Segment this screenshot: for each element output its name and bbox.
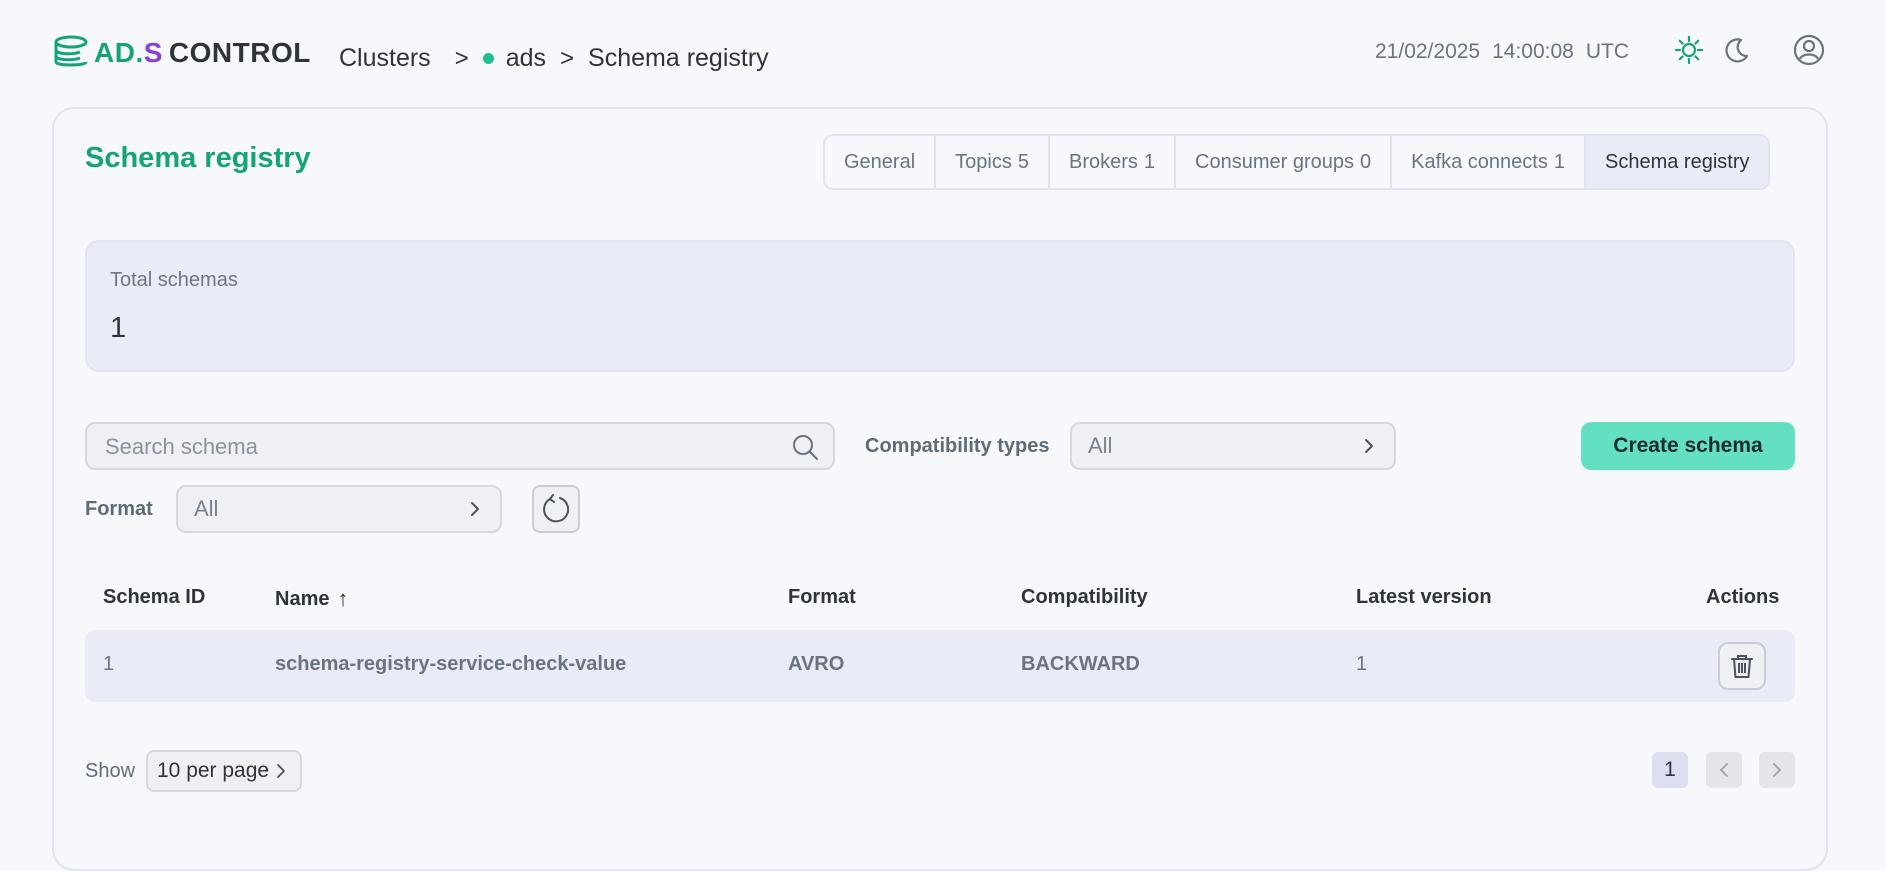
server-clock: 21/02/2025 14:00:08 UTC	[1375, 40, 1629, 64]
column-header-name[interactable]: Name ↑	[275, 586, 348, 612]
per-page-select[interactable]: 10 per page	[146, 750, 302, 792]
breadcrumb-clusters[interactable]: Clusters	[339, 44, 431, 73]
next-page-button[interactable]	[1759, 752, 1795, 788]
chevron-right-icon	[471, 502, 479, 516]
cluster-tabs: General Topics 5 Brokers 1 Consumer groups…	[823, 134, 1771, 190]
user-icon[interactable]	[1793, 34, 1825, 66]
cell-latest-version: 1	[1356, 653, 1368, 675]
app-header: AD.S CONTROL Clusters > ads > Schema regi…	[0, 0, 1886, 105]
app-logo[interactable]: AD.S CONTROL	[52, 33, 311, 73]
format-select[interactable]: All	[176, 485, 502, 533]
moon-icon[interactable]	[1721, 34, 1753, 66]
refresh-icon	[543, 494, 570, 523]
tab-count: 0	[1359, 150, 1372, 173]
show-label: Show	[85, 760, 136, 782]
chevron-left-icon	[1720, 763, 1728, 777]
chevron-right-icon	[1365, 439, 1373, 453]
column-header-format[interactable]: Format	[788, 586, 856, 609]
cell-name[interactable]: schema-registry-service-check-value	[275, 653, 626, 676]
logo-text: AD.S CONTROL	[94, 37, 311, 68]
total-schemas-card: Total schemas 1	[85, 240, 1795, 372]
search-input[interactable]	[103, 424, 767, 470]
stat-value: 1	[110, 312, 127, 344]
breadcrumb-separator: >	[454, 44, 469, 72]
tab-count: 5	[1017, 150, 1029, 173]
sort-ascending-icon: ↑	[337, 586, 349, 611]
column-header-compatibility[interactable]: Compatibility	[1021, 586, 1148, 609]
breadcrumb-current-page: Schema registry	[588, 44, 769, 72]
breadcrumb: Clusters > ads > Schema registry	[339, 44, 769, 73]
tab-general[interactable]: General	[825, 136, 937, 188]
tab-consumer-groups[interactable]: Consumer groups 0	[1176, 136, 1393, 188]
clock-timezone: UTC	[1585, 40, 1630, 63]
trash-icon	[1731, 655, 1753, 678]
format-label: Format	[85, 498, 153, 520]
database-logo-icon	[54, 35, 88, 67]
column-header-actions: Actions	[1706, 586, 1780, 608]
sun-icon[interactable]	[1673, 34, 1705, 66]
cluster-status-dot	[482, 53, 494, 64]
column-header-schema-id[interactable]: Schema ID	[103, 586, 205, 609]
cell-format: AVRO	[788, 653, 845, 675]
previous-page-button[interactable]	[1706, 752, 1742, 788]
schema-registry-card: Schema registry General Topics 5 Brokers 1…	[52, 107, 1828, 871]
search-box	[85, 422, 835, 470]
clock-date: 21/02/2025	[1375, 40, 1481, 63]
column-header-latest-version[interactable]: Latest version	[1356, 586, 1492, 609]
tab-brokers[interactable]: Brokers 1	[1050, 136, 1177, 188]
per-page-value: 10 per page	[157, 759, 270, 782]
tab-kafka-connects[interactable]: Kafka connects 1	[1392, 136, 1586, 188]
compatibility-select[interactable]: All	[1070, 422, 1396, 470]
page-title: Schema registry	[85, 142, 311, 174]
cell-schema-id: 1	[103, 653, 115, 675]
compatibility-select-value: All	[1088, 433, 1113, 458]
stat-label: Total schemas	[110, 269, 238, 291]
tab-topics[interactable]: Topics 5	[936, 136, 1050, 188]
chevron-right-icon	[277, 764, 285, 778]
cell-compatibility: BACKWARD	[1021, 653, 1140, 675]
tab-count: 1	[1553, 150, 1565, 173]
tab-count: 1	[1143, 150, 1156, 173]
format-select-value: All	[194, 496, 219, 521]
chevron-right-icon	[1773, 763, 1781, 777]
table-row[interactable]: 1 schema-registry-service-check-value AV…	[85, 630, 1795, 702]
breadcrumb-cluster[interactable]: ads	[506, 44, 546, 73]
clock-time: 14:00:08	[1492, 40, 1574, 63]
tab-schema-registry[interactable]: Schema registry	[1585, 136, 1769, 188]
search-icon[interactable]	[791, 433, 819, 461]
create-schema-button[interactable]: Create schema	[1581, 422, 1795, 470]
delete-schema-button[interactable]	[1718, 642, 1766, 690]
page-number-button[interactable]: 1	[1652, 752, 1688, 788]
compatibility-label: Compatibility types	[865, 435, 1050, 457]
breadcrumb-separator: >	[560, 44, 575, 72]
refresh-button[interactable]	[532, 485, 580, 533]
